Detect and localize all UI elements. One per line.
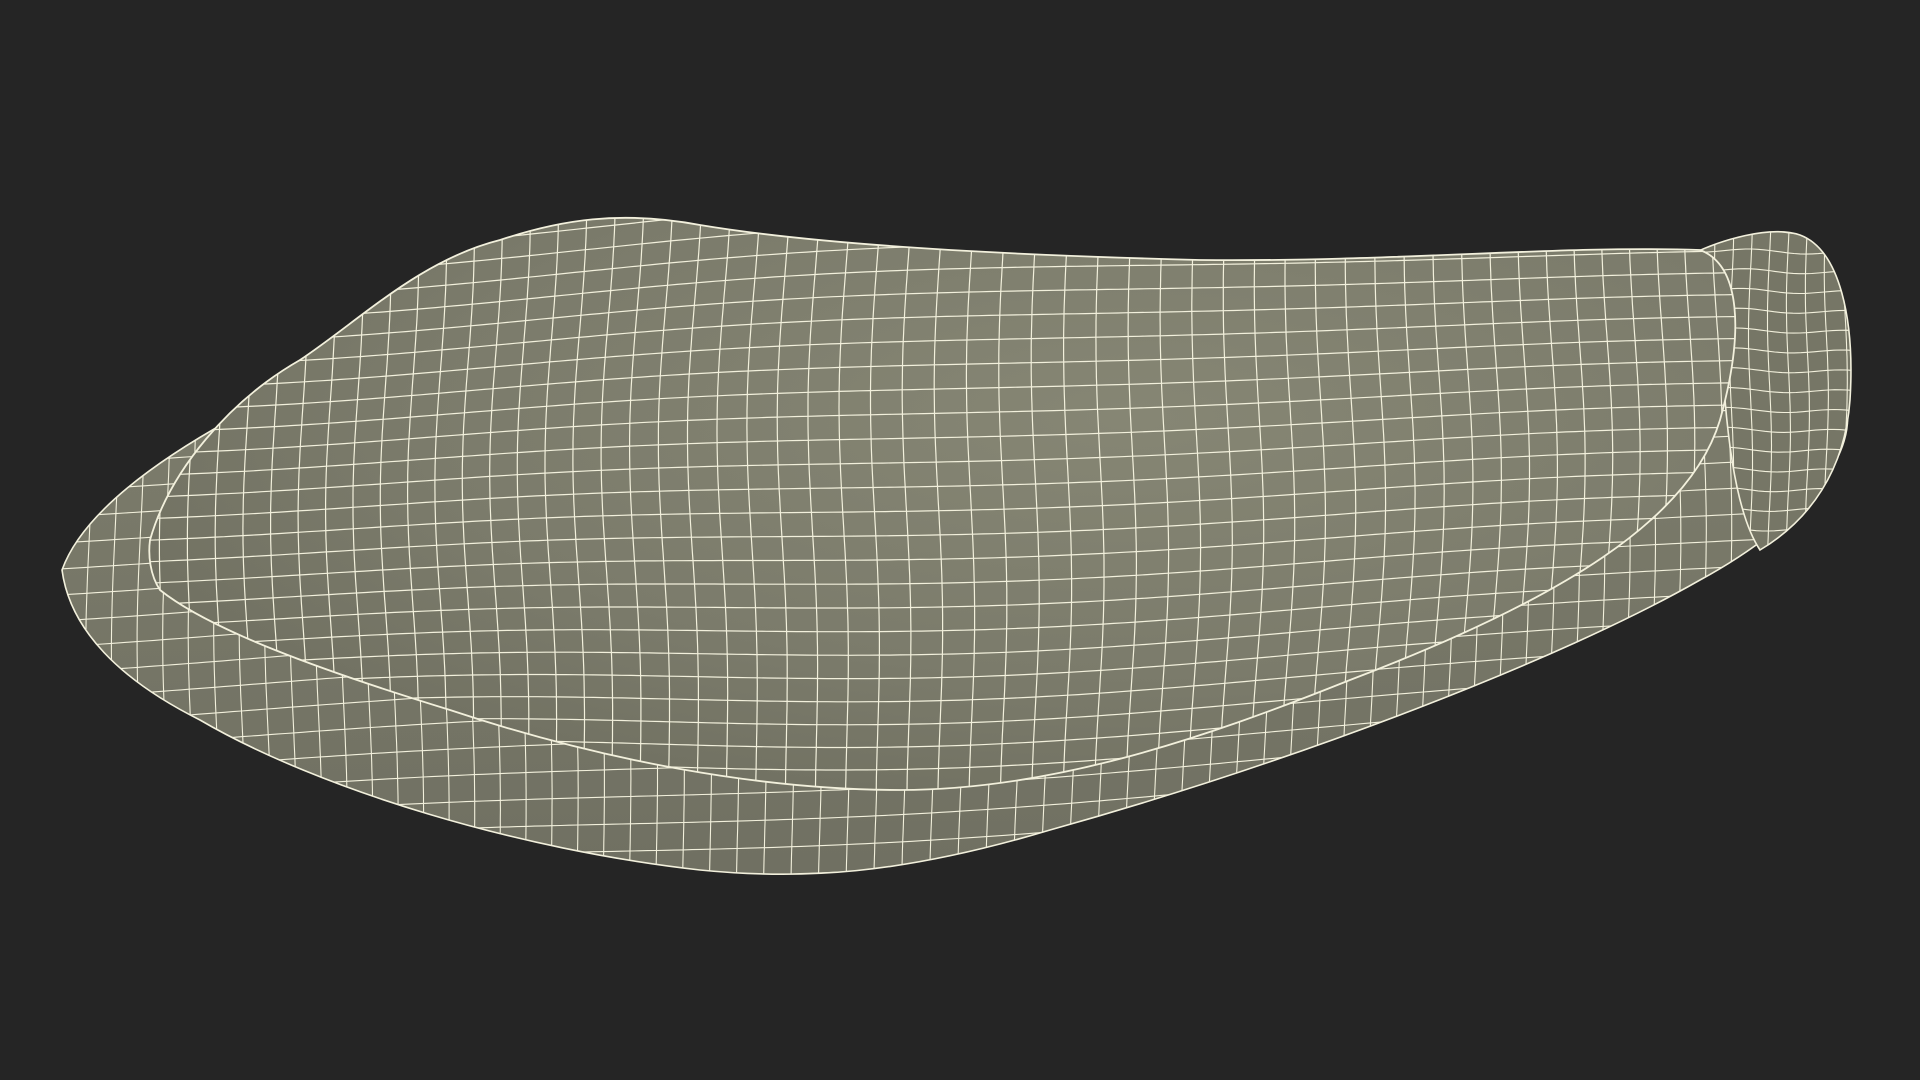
mesh-edge-line <box>1879 221 1886 848</box>
mesh-edge-line <box>85 332 94 875</box>
mesh-edge-line <box>34 335 41 957</box>
mesh-edge-line <box>1675 210 1862 215</box>
mesh-edge-line <box>149 217 1736 237</box>
mesh-edge-line <box>62 847 1848 875</box>
mesh-edge-line <box>62 333 68 875</box>
mesh-edge-line <box>1862 212 1866 572</box>
render-viewport <box>0 0 1920 1080</box>
mesh-edge-line <box>149 217 1736 258</box>
mesh-edge-line <box>1853 223 1860 850</box>
render-canvas <box>34 210 1886 957</box>
